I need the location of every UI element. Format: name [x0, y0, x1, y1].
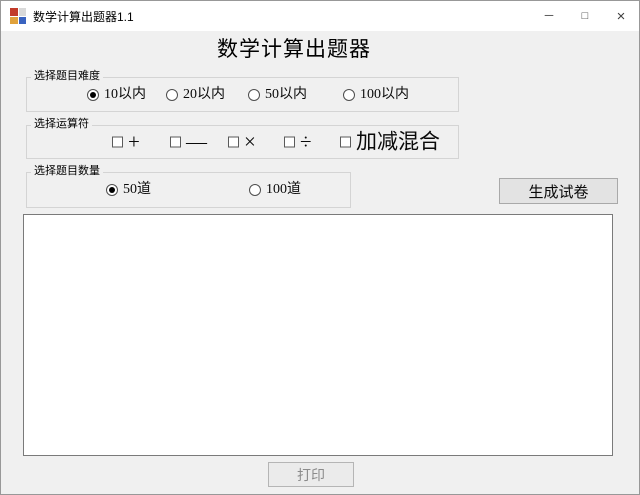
radio-icon — [343, 88, 355, 101]
maximize-icon: □ — [581, 10, 589, 22]
checkbox-icon — [284, 136, 295, 148]
checkbox-label: + — [128, 129, 140, 154]
radio-label: 100道 — [266, 182, 301, 197]
generate-paper-button[interactable]: 生成试卷 — [499, 178, 618, 204]
operators-group: 选择运算符 + — × ÷ 加减混合 — [26, 118, 459, 159]
checkbox-plus[interactable]: + — [112, 129, 140, 154]
checkbox-icon — [112, 136, 123, 148]
radio-label: 10以内 — [104, 86, 146, 102]
checkbox-icon — [170, 136, 181, 148]
quantity-group: 选择题目数量 50道 100道 — [26, 165, 351, 208]
operators-group-label: 选择运算符 — [31, 118, 92, 132]
window-controls: ─ □ × — [531, 1, 639, 31]
app-window: 数学计算出题器1.1 ─ □ × 数学计算出题器 选择题目难度 10以内 20以 — [0, 0, 640, 495]
close-button[interactable]: × — [603, 1, 639, 31]
radio-label: 50以内 — [265, 86, 307, 102]
radio-icon — [248, 88, 260, 101]
radio-icon — [166, 88, 178, 101]
maximize-button[interactable]: □ — [567, 1, 603, 31]
checkbox-label: × — [244, 129, 256, 154]
radio-label: 50道 — [123, 182, 151, 197]
checkbox-minus[interactable]: — — [170, 129, 207, 154]
close-icon: × — [616, 7, 626, 25]
app-icon — [10, 8, 26, 24]
checkbox-label: ÷ — [300, 129, 312, 154]
checkbox-icon — [340, 136, 351, 148]
radio-quantity-50[interactable]: 50道 — [106, 183, 151, 197]
radio-label: 20以内 — [183, 86, 225, 102]
minimize-button[interactable]: ─ — [531, 1, 567, 31]
checkbox-multiply[interactable]: × — [228, 129, 256, 154]
page-title: 数学计算出题器 — [217, 37, 371, 61]
radio-quantity-100[interactable]: 100道 — [249, 183, 301, 197]
quantity-group-label: 选择题目数量 — [31, 165, 103, 179]
radio-icon — [106, 184, 118, 196]
checkbox-divide[interactable]: ÷ — [284, 129, 312, 154]
difficulty-group: 选择题目难度 10以内 20以内 50以内 100以内 — [26, 70, 459, 112]
print-button[interactable]: 打印 — [268, 462, 354, 487]
checkbox-mixed-add-sub[interactable]: 加减混合 — [340, 129, 440, 154]
output-textarea[interactable] — [23, 214, 613, 456]
title-bar: 数学计算出题器1.1 ─ □ × — [1, 1, 639, 31]
radio-difficulty-50[interactable]: 50以内 — [248, 86, 307, 102]
radio-difficulty-20[interactable]: 20以内 — [166, 86, 225, 102]
radio-icon — [249, 184, 261, 196]
checkbox-icon — [228, 136, 239, 148]
client-area: 数学计算出题器 选择题目难度 10以内 20以内 50以内 100以内 选择运算… — [1, 31, 639, 494]
checkbox-label: 加减混合 — [356, 129, 440, 154]
checkbox-label: — — [186, 129, 207, 154]
difficulty-group-label: 选择题目难度 — [31, 70, 103, 84]
minimize-icon: ─ — [544, 8, 554, 22]
radio-difficulty-100[interactable]: 100以内 — [343, 86, 409, 102]
radio-label: 100以内 — [360, 86, 409, 102]
window-title: 数学计算出题器1.1 — [33, 9, 134, 24]
radio-icon — [87, 88, 99, 101]
radio-difficulty-10[interactable]: 10以内 — [87, 86, 146, 102]
